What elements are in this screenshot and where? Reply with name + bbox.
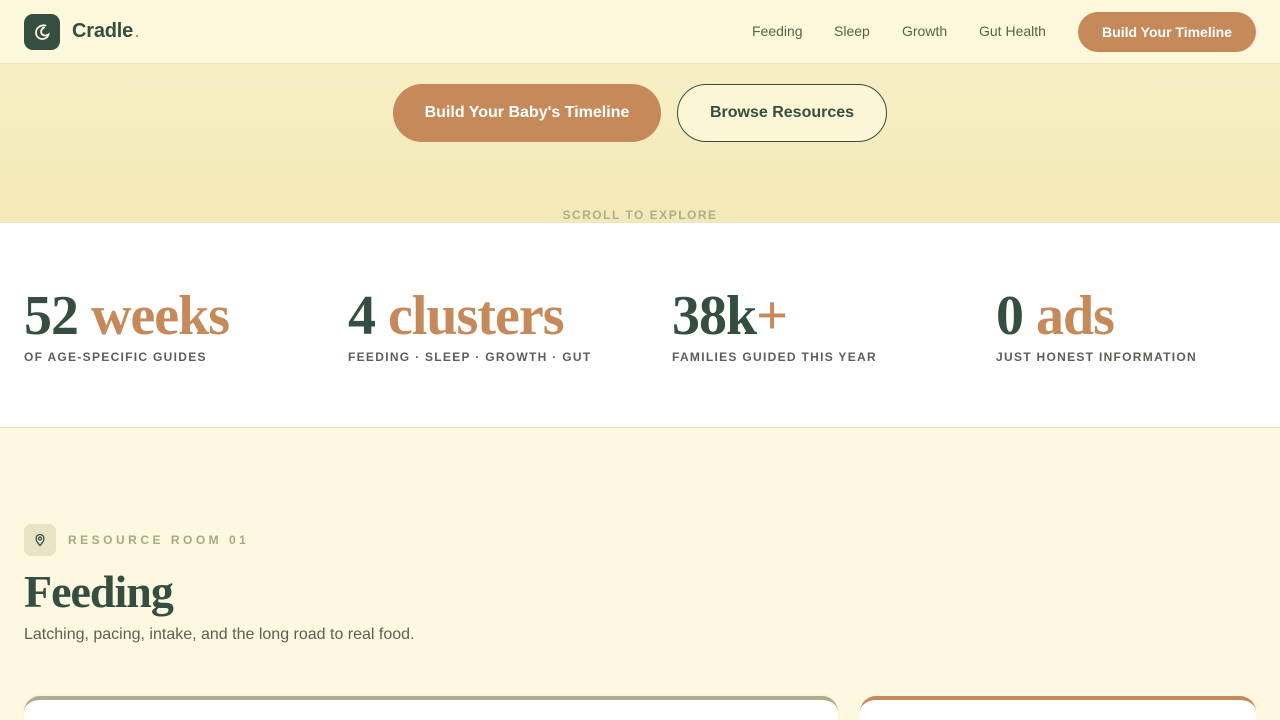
stat-unit: clusters xyxy=(375,285,565,347)
scroll-hint[interactable]: SCROLL TO EXPLORE xyxy=(0,208,1280,222)
brand-dot: . xyxy=(135,24,139,40)
stat-label: OF AGE-SPECIFIC GUIDES xyxy=(24,350,207,364)
cradle-logo-icon xyxy=(35,24,50,40)
stat-unit: weeks xyxy=(78,285,230,347)
room-subtitle: Latching, pacing, intake, and the long r… xyxy=(24,626,415,643)
stat-weeks: 52 weeks OF AGE-SPECIFIC GUIDES xyxy=(24,285,230,364)
browse-resources-button[interactable]: Browse Resources xyxy=(677,84,887,142)
site-header: Cradle. Feeding Sleep Growth Gut Health … xyxy=(0,0,1280,64)
nav-link-feeding[interactable]: Feeding xyxy=(752,23,803,39)
stat-label: FEEDING · SLEEP · GROWTH · GUT xyxy=(348,350,592,364)
logo-mark[interactable] xyxy=(24,14,60,50)
stat-number: 4 xyxy=(348,285,376,347)
stat-families: 38k+ FAMILIES GUIDED THIS YEAR xyxy=(672,285,877,364)
stat-label: FAMILIES GUIDED THIS YEAR xyxy=(672,350,877,364)
build-baby-timeline-button[interactable]: Build Your Baby's Timeline xyxy=(393,84,661,142)
hero-section: Build Your Baby's Timeline Browse Resour… xyxy=(0,64,1280,222)
nav-link-growth[interactable]: Growth xyxy=(902,23,947,39)
build-timeline-button[interactable]: Build Your Timeline xyxy=(1078,12,1256,52)
room-icon-badge xyxy=(24,524,56,556)
stat-clusters: 4 clusters FEEDING · SLEEP · GROWTH · GU… xyxy=(348,285,591,364)
stat-value: 4 clusters xyxy=(348,285,591,347)
map-pin-icon xyxy=(35,533,45,547)
stat-unit: + xyxy=(756,285,788,347)
stat-number: 0 xyxy=(996,285,1024,347)
stat-value: 0 ads xyxy=(996,285,1197,347)
brand-name-text: Cradle xyxy=(72,20,134,42)
brand-name[interactable]: Cradle. xyxy=(72,20,139,43)
resource-card-primary[interactable] xyxy=(24,696,838,720)
stat-number: 38k xyxy=(672,285,757,347)
stat-ads: 0 ads JUST HONEST INFORMATION xyxy=(996,285,1197,364)
stats-section: 52 weeks OF AGE-SPECIFIC GUIDES 4 cluste… xyxy=(0,222,1280,428)
stat-number: 52 xyxy=(24,285,79,347)
stat-value: 52 weeks xyxy=(24,285,230,347)
stat-value: 38k+ xyxy=(672,285,877,347)
stat-unit: ads xyxy=(1023,285,1115,347)
stat-label: JUST HONEST INFORMATION xyxy=(996,350,1198,364)
nav-link-gut-health[interactable]: Gut Health xyxy=(979,23,1046,39)
nav-link-sleep[interactable]: Sleep xyxy=(834,23,870,39)
resource-card-secondary[interactable] xyxy=(860,696,1256,720)
room-title: Feeding xyxy=(24,566,174,617)
room-kicker: RESOURCE ROOM 01 xyxy=(68,533,250,547)
